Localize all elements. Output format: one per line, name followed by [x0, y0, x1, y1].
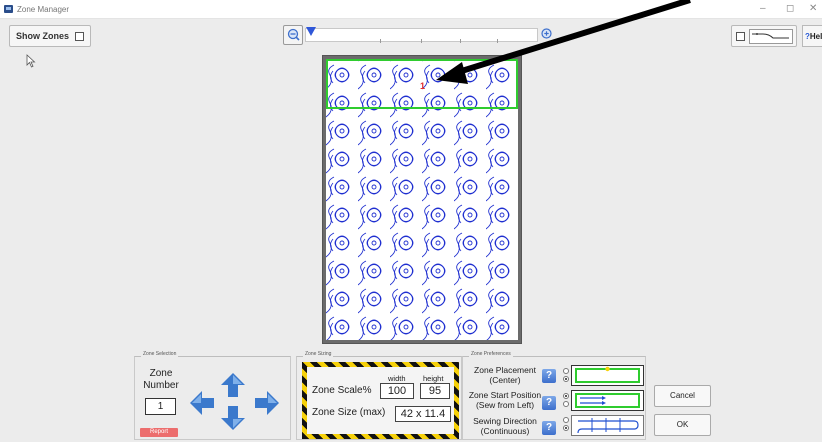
zone-start-preview [571, 390, 644, 411]
sewing-direction-label: Sewing Direction (Continuous) [467, 416, 543, 436]
zone-number-marker: 1 [420, 81, 426, 91]
zoom-tick [380, 39, 381, 43]
arrow-left-button[interactable] [189, 390, 215, 416]
zoom-out-icon [287, 28, 300, 41]
zone-width-field[interactable]: 100 [380, 383, 414, 399]
zone-placement-preview [571, 365, 644, 386]
zone-selection-title: Zone Selection [141, 351, 179, 357]
arrow-down-button[interactable] [220, 405, 246, 431]
zone-placement-help-icon[interactable]: ? [542, 369, 556, 383]
help-label: Help [809, 32, 822, 41]
zone-placement-label: Zone Placement (Center) [467, 365, 543, 385]
zone-size-label: Zone Size (max) [312, 407, 386, 418]
zone-start-help-icon[interactable]: ? [542, 396, 556, 410]
maximize-button[interactable]: ◻ [786, 3, 794, 14]
sewing-direction-line1: Sewing Direction [473, 416, 537, 426]
title-bar: Zone Manager – ◻ ✕ [0, 0, 822, 19]
zone-number-field[interactable]: 1 [145, 398, 176, 415]
zone-preferences-title: Zone Preferences [469, 351, 513, 357]
zone-start-line1: Zone Start Position [468, 390, 542, 400]
arrow-up-button[interactable] [220, 372, 246, 398]
zone-number-label-line2: Number [143, 380, 179, 391]
ok-button[interactable]: OK [654, 414, 711, 436]
zoom-tick [460, 39, 461, 43]
zone-placement-line2: (Center) [489, 375, 521, 385]
zone-start-radio-1[interactable] [563, 393, 569, 399]
width-label: width [388, 374, 406, 383]
show-zones-checkbox[interactable] [75, 31, 85, 41]
zone-placement-radio-1[interactable] [563, 368, 569, 374]
window-title: Zone Manager [17, 5, 70, 14]
zoom-tick [497, 39, 498, 43]
app-icon [4, 5, 13, 13]
minimize-button[interactable]: – [760, 3, 766, 14]
sewing-direction-radio-2[interactable] [563, 425, 569, 431]
sew-path-toggle[interactable] [731, 25, 797, 47]
help-button[interactable]: ?Help [802, 25, 822, 47]
zoom-in-icon [541, 28, 552, 39]
show-zones-toggle[interactable]: Show Zones [9, 25, 92, 47]
zone-placement-center-icon [575, 366, 640, 383]
sew-from-left-icon [575, 393, 640, 408]
zone-placement-line1: Zone Placement [474, 365, 536, 375]
report-button[interactable]: Report [140, 428, 178, 437]
zoom-tick [421, 39, 422, 43]
zoom-out-button[interactable] [283, 25, 303, 45]
zoom-in-button[interactable] [540, 27, 554, 41]
zone-sizing-title: Zone Sizing [303, 351, 334, 357]
zone-scale-label: Zone Scale% [312, 385, 372, 396]
zone-start-radio-2[interactable] [563, 401, 569, 407]
zone-start-line2: (Sew from Left) [475, 400, 535, 410]
arrow-right-button[interactable] [254, 390, 280, 416]
height-label: height [423, 374, 444, 383]
zone-height-field[interactable]: 95 [420, 383, 450, 399]
zoom-slider-thumb[interactable] [306, 27, 316, 36]
show-zones-label: Show Zones [16, 31, 70, 41]
zone-number-label-line1: Zone [149, 368, 173, 379]
sewing-direction-help-icon[interactable]: ? [542, 421, 556, 435]
zone-placement-radio-2[interactable] [563, 376, 569, 382]
zone-start-label: Zone Start Position (Sew from Left) [467, 390, 543, 410]
sewing-direction-preview [571, 415, 644, 436]
cancel-button[interactable]: Cancel [654, 385, 711, 407]
sew-path-icon [749, 29, 793, 44]
sew-path-checkbox[interactable] [736, 32, 745, 41]
zone-size-value: 42 x 11.4 [395, 406, 451, 422]
zone-number-label: Zone Number [140, 368, 182, 392]
sewing-direction-radio-1[interactable] [563, 417, 569, 423]
mouse-pointer-icon [26, 54, 36, 68]
sewing-direction-line2: (Continuous) [480, 426, 530, 436]
close-button[interactable]: ✕ [809, 3, 817, 14]
continuous-sewing-icon [577, 418, 639, 434]
